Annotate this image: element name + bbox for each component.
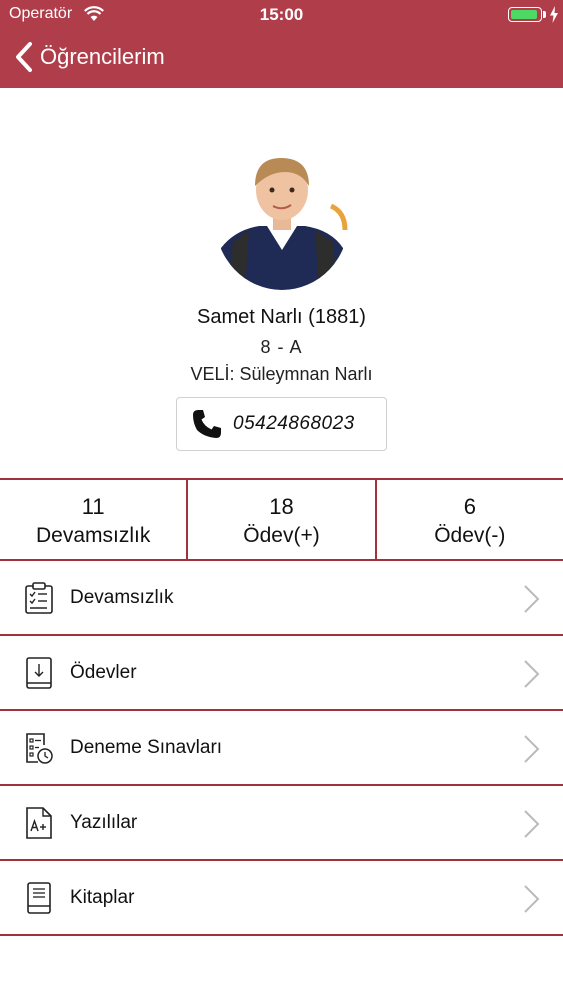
student-name: Samet Narlı (1881) bbox=[197, 306, 366, 328]
battery-icon bbox=[508, 7, 542, 22]
chevron-right-icon bbox=[524, 810, 540, 838]
student-avatar bbox=[214, 150, 349, 290]
chevron-right-icon bbox=[524, 585, 540, 613]
homework-book-icon bbox=[26, 657, 52, 689]
stat-label: Ödev(+) bbox=[243, 524, 320, 547]
back-button[interactable]: Öğrencilerim bbox=[14, 40, 165, 74]
stat-homework-done[interactable]: 18 Ödev(+) bbox=[186, 480, 374, 559]
stats-row: 11 Devamsızlık 18 Ödev(+) 6 Ödev(-) bbox=[0, 478, 563, 561]
charging-icon bbox=[550, 6, 558, 23]
menu-item-label: Yazılılar bbox=[70, 811, 138, 833]
stat-homework-missing[interactable]: 6 Ödev(-) bbox=[374, 480, 563, 559]
menu-item-label: Kitaplar bbox=[70, 886, 135, 908]
chevron-right-icon bbox=[524, 735, 540, 763]
menu-item-yazililar[interactable]: Yazılılar bbox=[0, 786, 563, 861]
status-bar: Operatör 15:00 bbox=[0, 0, 563, 30]
stat-label: Devamsızlık bbox=[35, 524, 151, 547]
chevron-right-icon bbox=[524, 885, 540, 913]
menu-item-odevler[interactable]: Ödevler bbox=[0, 636, 563, 711]
call-parent-button[interactable]: 05424868023 bbox=[176, 397, 387, 451]
stat-label: Ödev(-) bbox=[434, 524, 506, 547]
chevron-left-icon bbox=[16, 42, 32, 72]
header-bar: Operatör 15:00 Öğrencilerim bbox=[0, 0, 563, 88]
stat-value: 18 bbox=[269, 494, 294, 519]
menu-list: Devamsızlık Ödevler Deneme Sınavları Yaz… bbox=[0, 561, 563, 936]
menu-item-deneme-sinavlari[interactable]: Deneme Sınavları bbox=[0, 711, 563, 786]
chevron-right-icon bbox=[524, 660, 540, 688]
parent-name: VELİ: Süleymnan Narlı bbox=[190, 364, 373, 384]
phone-number: 05424868023 bbox=[233, 413, 355, 434]
student-profile: Samet Narlı (1881) 8 - A VELİ: Süleymnan… bbox=[0, 150, 563, 451]
navigation-bar: Öğrencilerim bbox=[0, 30, 563, 88]
graded-document-icon bbox=[26, 807, 52, 839]
phone-icon bbox=[193, 410, 221, 438]
student-class: 8 - A bbox=[260, 337, 303, 357]
clipboard-check-icon bbox=[25, 582, 53, 614]
stat-absence[interactable]: 11 Devamsızlık bbox=[0, 480, 186, 559]
back-label: Öğrencilerim bbox=[40, 44, 165, 69]
menu-item-label: Devamsızlık bbox=[70, 586, 174, 608]
stat-value: 6 bbox=[463, 494, 476, 519]
status-time: 15:00 bbox=[259, 5, 304, 24]
battery-cap bbox=[543, 11, 546, 18]
menu-item-label: Deneme Sınavları bbox=[70, 736, 223, 758]
menu-item-devamsizlik[interactable]: Devamsızlık bbox=[0, 561, 563, 636]
menu-item-label: Ödevler bbox=[70, 661, 137, 683]
menu-item-kitaplar[interactable]: Kitaplar bbox=[0, 861, 563, 936]
student-photo-icon bbox=[214, 150, 349, 290]
exam-timer-icon bbox=[26, 733, 53, 764]
stat-value: 11 bbox=[81, 494, 105, 519]
book-icon bbox=[27, 882, 51, 914]
